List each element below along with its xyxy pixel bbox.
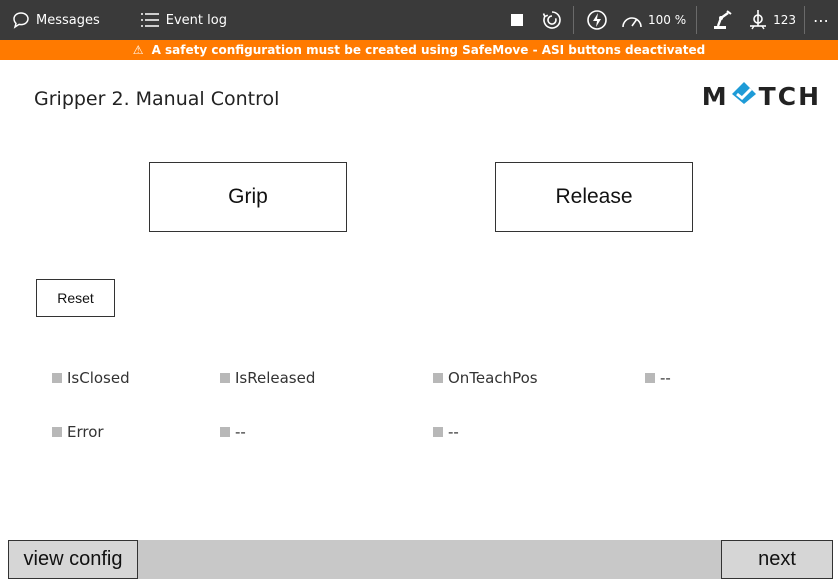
status-indicator — [220, 373, 230, 383]
cycle-icon — [541, 9, 563, 31]
status-indicator — [52, 373, 62, 383]
status-indicator — [645, 373, 655, 383]
coordinate-system-icon — [747, 9, 769, 31]
warning-icon: ⚠ — [132, 43, 144, 57]
robot-icon — [709, 10, 733, 30]
top-bar: Messages Event log 100 % 123 ⋯ — [0, 0, 838, 40]
grip-button[interactable]: Grip — [149, 162, 347, 232]
status-label: OnTeachPos — [448, 369, 538, 387]
stop-button[interactable] — [503, 0, 531, 40]
robot-button[interactable] — [697, 0, 741, 40]
list-icon — [140, 12, 160, 28]
status-onteachpos: OnTeachPos — [433, 369, 538, 387]
status-empty-1: -- — [645, 369, 671, 387]
event-log-button[interactable]: Event log — [110, 0, 237, 40]
status-indicator — [433, 427, 443, 437]
messages-label: Messages — [36, 12, 100, 28]
status-isclosed: IsClosed — [52, 369, 130, 387]
tool-button[interactable]: 123 — [741, 0, 804, 40]
more-button[interactable]: ⋯ — [805, 0, 838, 40]
status-error: Error — [52, 423, 104, 441]
chat-bubble-icon — [12, 11, 30, 29]
status-indicator — [52, 427, 62, 437]
messages-button[interactable]: Messages — [0, 0, 110, 40]
lightning-icon — [586, 9, 608, 31]
page-title: Gripper 2. Manual Control — [34, 88, 280, 110]
release-button[interactable]: Release — [495, 162, 693, 232]
logo-text-right: TCH — [758, 81, 821, 111]
match-logo: M TCH — [702, 80, 821, 112]
tool-count: 123 — [773, 13, 796, 27]
status-empty-2: -- — [220, 423, 246, 441]
main-content: Gripper 2. Manual Control M TCH Grip Rel… — [8, 60, 833, 540]
stop-square-icon — [510, 14, 523, 26]
status-label: -- — [660, 369, 671, 387]
bottom-bar: view config next — [8, 540, 833, 579]
status-empty-3: -- — [433, 423, 459, 441]
status-label: -- — [235, 423, 246, 441]
next-button[interactable]: next — [721, 540, 833, 579]
status-isreleased: IsReleased — [220, 369, 315, 387]
view-config-button[interactable]: view config — [8, 540, 138, 579]
status-label: Error — [67, 423, 104, 441]
status-indicator — [433, 373, 443, 383]
status-label: IsReleased — [235, 369, 316, 387]
more-icon: ⋯ — [813, 10, 830, 30]
speed-button[interactable]: 100 % — [616, 0, 696, 40]
status-label: -- — [448, 423, 459, 441]
logo-text-left: M — [701, 81, 729, 111]
safety-warning-bar: ⚠ A safety configuration must be created… — [0, 40, 838, 60]
reset-button[interactable]: Reset — [36, 279, 115, 317]
event-log-label: Event log — [165, 12, 227, 28]
logo-mark-icon — [729, 80, 759, 112]
cycle-mode-button[interactable] — [531, 0, 573, 40]
status-label: IsClosed — [67, 369, 130, 387]
warning-text: A safety configuration must be created u… — [151, 43, 706, 57]
status-indicator — [220, 427, 230, 437]
speed-value: 100 % — [647, 13, 687, 27]
speedometer-icon — [620, 11, 644, 29]
motors-button[interactable] — [574, 0, 616, 40]
